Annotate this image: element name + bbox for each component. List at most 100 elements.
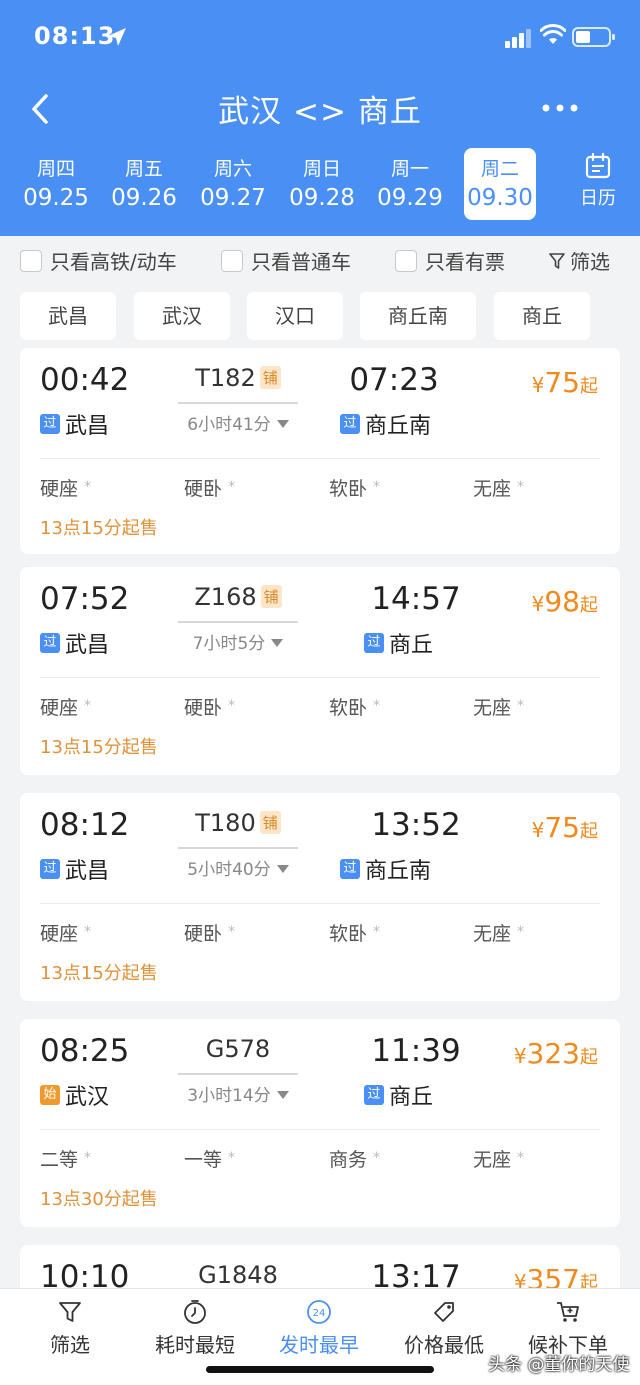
train-card[interactable]: 10:10 G1848 13:17 ¥357起 bbox=[20, 1245, 620, 1288]
departure-station-name: 武昌 bbox=[65, 859, 110, 884]
duration-toggle[interactable]: 6小时41分 bbox=[168, 410, 308, 435]
train-card[interactable]: 08:25 G578 3小时14分 11:39 ¥323起 始武汉 过商丘 二等… bbox=[20, 1019, 620, 1227]
price: ¥357起 bbox=[514, 1263, 598, 1288]
home-indicator bbox=[206, 1366, 434, 1373]
arrival-station-name: 商丘 bbox=[389, 1085, 434, 1110]
price-suffix: 起 bbox=[580, 821, 598, 842]
departure-station-name: 武昌 bbox=[65, 414, 110, 439]
date-tab[interactable]: 周一 09.29 bbox=[367, 148, 453, 220]
seat-type: 无座 * bbox=[473, 919, 524, 946]
seat-type: 软卧 * bbox=[329, 693, 380, 720]
seat-availability-mark: * bbox=[84, 479, 92, 495]
date-weekday: 周二 bbox=[480, 158, 519, 180]
calendar-icon bbox=[585, 152, 611, 179]
duration-text: 7小时5分 bbox=[192, 634, 266, 654]
date-weekday: 周一 bbox=[390, 158, 429, 180]
price-suffix: 起 bbox=[580, 1273, 598, 1288]
seat-type-label: 硬座 bbox=[40, 923, 79, 945]
tab-earliest-departure[interactable]: 24 发时最早 bbox=[259, 1299, 379, 1358]
date-selector: 周四 09.25 周五 09.26 周六 09.27 周日 09.28 周一 09.29 … bbox=[0, 146, 640, 226]
seat-type: 硬座 * bbox=[40, 919, 91, 946]
seat-type: 硬卧 * bbox=[184, 474, 235, 501]
seat-availability-mark: * bbox=[517, 698, 525, 714]
seat-type-label: 无座 bbox=[473, 923, 512, 945]
checkbox-box bbox=[20, 249, 42, 272]
filter-label: 筛选 bbox=[570, 250, 610, 274]
date-tab[interactable]: 周六 09.27 bbox=[190, 148, 276, 220]
arrival-time: 14:57 bbox=[371, 581, 461, 617]
tickets-only-checkbox[interactable]: 只看有票 bbox=[395, 246, 505, 275]
clock-24-text: 24 bbox=[313, 1308, 326, 1319]
duration-toggle[interactable]: 5小时40分 bbox=[168, 855, 308, 880]
train-number-text: T182 bbox=[195, 364, 256, 392]
station-chip[interactable]: 汉口 bbox=[247, 292, 343, 340]
seat-type-label: 硬卧 bbox=[184, 923, 223, 945]
wifi-icon bbox=[540, 24, 566, 44]
seat-type-label: 无座 bbox=[473, 697, 512, 719]
date-tab-selected[interactable]: 周二 09.30 bbox=[464, 148, 536, 220]
seat-availability-mark: * bbox=[228, 479, 236, 495]
station-chip[interactable]: 武昌 bbox=[20, 292, 116, 340]
sale-time: 13点30分起售 bbox=[40, 1189, 158, 1210]
train-card[interactable]: 08:12 T180 铺 5小时40分 13:52 ¥75起 过武昌 过商丘南 硬… bbox=[20, 793, 620, 1001]
calendar-label: 日历 bbox=[580, 188, 616, 209]
duration-toggle[interactable]: 7小时5分 bbox=[168, 629, 308, 654]
train-number: Z168 铺 bbox=[178, 583, 298, 611]
train-number: T180 铺 bbox=[178, 809, 298, 837]
cart-icon bbox=[557, 1302, 579, 1322]
battery-icon bbox=[572, 27, 615, 47]
duration-text: 6小时41分 bbox=[187, 415, 271, 435]
station-chip[interactable]: 武汉 bbox=[134, 292, 230, 340]
departure-time: 00:42 bbox=[40, 362, 130, 398]
seat-type-label: 硬座 bbox=[40, 478, 79, 500]
duration-toggle[interactable]: 3小时14分 bbox=[168, 1081, 308, 1106]
seat-type-label: 软卧 bbox=[329, 478, 368, 500]
tab-lowest-price[interactable]: 价格最低 bbox=[384, 1299, 504, 1358]
tab-filter[interactable]: 筛选 bbox=[10, 1299, 130, 1358]
station-chips: 武昌 武汉 汉口 商丘南 商丘 bbox=[0, 292, 640, 340]
station-chip[interactable]: 商丘 bbox=[494, 292, 590, 340]
dropdown-arrow-icon bbox=[276, 420, 289, 428]
seat-availability-mark: * bbox=[517, 479, 525, 495]
seat-type-label: 无座 bbox=[473, 478, 512, 500]
price: ¥75起 bbox=[532, 366, 598, 399]
seat-type: 硬卧 * bbox=[184, 919, 235, 946]
train-card[interactable]: 07:52 Z168 铺 7小时5分 14:57 ¥98起 过武昌 过商丘 硬座 *… bbox=[20, 567, 620, 775]
departure-station: 过武昌 bbox=[40, 408, 109, 440]
high-speed-checkbox[interactable]: 只看高铁/动车 bbox=[20, 246, 177, 275]
price-symbol: ¥ bbox=[531, 592, 545, 616]
date-value: 09.26 bbox=[111, 185, 177, 211]
duration-line bbox=[178, 621, 298, 623]
seat-availability-mark: * bbox=[228, 698, 236, 714]
seat-type-label: 软卧 bbox=[329, 697, 368, 719]
pass-tag: 过 bbox=[364, 1085, 384, 1105]
watermark: 头条 @董你的天使 bbox=[488, 1355, 630, 1375]
departure-station: 过武昌 bbox=[40, 627, 109, 659]
price-value: 75 bbox=[544, 366, 580, 399]
date-tab[interactable]: 周日 09.28 bbox=[279, 148, 365, 220]
date-value: 09.29 bbox=[377, 185, 443, 211]
date-value: 09.27 bbox=[200, 185, 266, 211]
price-suffix: 起 bbox=[580, 376, 598, 397]
duration-text: 5小时40分 bbox=[187, 860, 271, 880]
filter-bar: 只看高铁/动车 只看普通车 只看有票 筛选 bbox=[0, 236, 640, 282]
calendar-button[interactable]: 日历 bbox=[572, 152, 624, 210]
train-number-text: Z168 bbox=[194, 583, 257, 611]
departure-station: 过武昌 bbox=[40, 853, 109, 885]
seat-type-label: 一等 bbox=[184, 1149, 223, 1171]
date-tab[interactable]: 周四 09.25 bbox=[13, 148, 99, 220]
seat-type-label: 硬卧 bbox=[184, 697, 223, 719]
normal-train-checkbox[interactable]: 只看普通车 bbox=[221, 246, 351, 275]
date-tab[interactable]: 周五 09.26 bbox=[101, 148, 187, 220]
filter-button[interactable]: 筛选 bbox=[548, 246, 610, 275]
train-card[interactable]: 00:42 T182 铺 6小时41分 07:23 ¥75起 过武昌 过商丘南 硬… bbox=[20, 348, 620, 554]
pass-tag: 过 bbox=[340, 414, 360, 434]
seat-type: 二等 * bbox=[40, 1145, 91, 1172]
date-weekday: 周五 bbox=[124, 158, 163, 180]
station-chip[interactable]: 商丘南 bbox=[360, 292, 476, 340]
funnel-icon bbox=[549, 252, 565, 269]
more-icon[interactable] bbox=[540, 100, 580, 116]
seat-availability-mark: * bbox=[517, 1150, 525, 1166]
tab-shortest-duration[interactable]: 耗时最短 bbox=[135, 1299, 255, 1358]
seat-type: 一等 * bbox=[184, 1145, 235, 1172]
